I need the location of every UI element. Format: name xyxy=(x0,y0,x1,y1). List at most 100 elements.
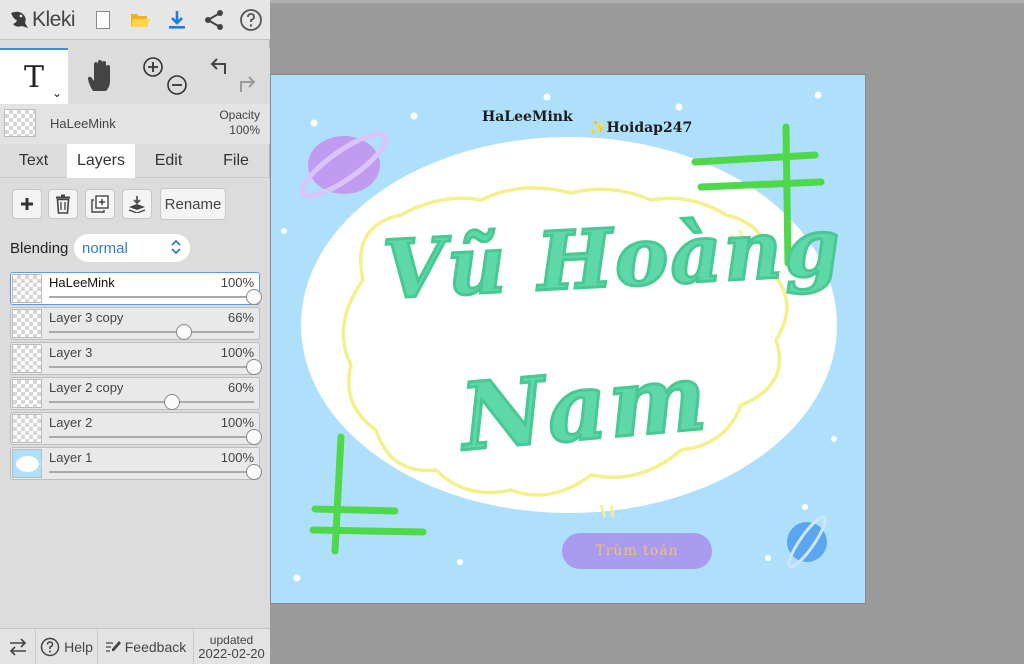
opacity-label: Opacity xyxy=(219,108,260,122)
history-controls xyxy=(200,48,270,104)
hand-tool-button[interactable] xyxy=(68,48,132,104)
app-name: Kleki xyxy=(32,7,76,31)
delete-layer-button[interactable] xyxy=(48,189,78,219)
sparkle-icon: ✨ xyxy=(589,120,607,136)
layer-row[interactable]: Layer 1 100% xyxy=(10,447,262,480)
plus-icon xyxy=(21,198,33,210)
layer-opacity-slider-handle[interactable] xyxy=(246,429,262,445)
layer-opacity-slider-handle[interactable] xyxy=(246,289,262,305)
updated-label: updated xyxy=(209,632,254,647)
layer-opacity-value: 66% xyxy=(227,310,254,325)
new-image-button[interactable] xyxy=(84,0,121,40)
tab-layers[interactable]: Layers xyxy=(67,144,135,178)
layer-name: Layer 3 xyxy=(49,345,93,360)
canvas-workspace[interactable]: HaLeeMink ✨Hoidap247 Vũ Hoàng Nam Trùm t… xyxy=(270,0,1024,664)
tool-row: T ⌄ xyxy=(0,48,270,104)
canvas-site-text: ✨Hoidap247 xyxy=(589,120,692,136)
layer-row[interactable]: Layer 2 copy 60% xyxy=(10,377,260,410)
tab-file[interactable]: File xyxy=(202,144,270,178)
footer: Help Feedback updated 2022-02-20 xyxy=(0,628,270,664)
canvas-name-line-2: Nam xyxy=(455,341,714,473)
help-circle-icon xyxy=(40,637,60,656)
layer-opacity-value: 100% xyxy=(220,450,254,465)
kleki-bird-icon xyxy=(11,11,28,28)
merge-down-button[interactable] xyxy=(122,189,152,219)
layer-opacity-slider-handle[interactable] xyxy=(176,324,193,340)
add-layer-button[interactable] xyxy=(12,189,42,219)
zoom-in-icon[interactable] xyxy=(142,56,164,78)
layer-thumbnail xyxy=(12,379,42,408)
hand-icon xyxy=(88,60,110,91)
layer-opacity-value: 100% xyxy=(220,275,254,290)
sidebar: Kleki T ⌄ HaLeeMink Opacity 100% Text La… xyxy=(0,0,270,664)
share-icon xyxy=(204,9,223,30)
active-layer-name: HaLeeMink xyxy=(50,116,116,131)
updated-date: 2022-02-20 xyxy=(198,645,265,661)
layer-opacity-slider[interactable] xyxy=(49,401,254,403)
feedback-label: Feedback xyxy=(124,638,187,655)
chevron-down-icon[interactable]: ⌄ xyxy=(52,86,62,100)
undo-icon[interactable] xyxy=(208,56,230,78)
layer-opacity-slider[interactable] xyxy=(49,436,254,438)
layer-thumbnail xyxy=(12,309,42,338)
layer-name: Layer 2 copy xyxy=(49,380,124,395)
open-folder-icon xyxy=(130,13,150,27)
workspace-top-edge xyxy=(270,0,1024,3)
layer-opacity-slider[interactable] xyxy=(49,296,254,298)
tab-text[interactable]: Text xyxy=(0,144,67,178)
layer-opacity-slider-handle[interactable] xyxy=(246,359,262,375)
layer-name: Layer 1 xyxy=(49,450,93,465)
layer-opacity-slider[interactable] xyxy=(49,366,254,368)
active-layer-info: HaLeeMink Opacity 100% xyxy=(0,104,270,144)
trash-icon xyxy=(56,194,70,214)
blending-select[interactable]: normal xyxy=(74,234,190,262)
save-button[interactable] xyxy=(158,0,195,40)
feedback-link[interactable]: Feedback xyxy=(98,628,194,664)
layer-thumbnail xyxy=(12,344,42,373)
text-tool-icon: T xyxy=(23,59,44,95)
blending-label: Blending xyxy=(10,240,69,257)
layer-row[interactable]: HaLeeMink 100% xyxy=(10,272,262,305)
canvas-badge: Trùm toán xyxy=(562,533,712,569)
share-button[interactable] xyxy=(195,0,232,40)
top-bar: Kleki xyxy=(0,0,270,40)
layer-thumbnail xyxy=(12,274,42,303)
layer-opacity-slider[interactable] xyxy=(49,331,254,333)
duplicate-layer-button[interactable] xyxy=(85,189,115,219)
layers-panel: Rename Blending normal HaLeeMink 100% Laye… xyxy=(0,178,270,628)
redo-icon[interactable] xyxy=(236,74,258,96)
layer-name: Layer 2 xyxy=(49,415,93,430)
drawing-canvas[interactable]: HaLeeMink ✨Hoidap247 Vũ Hoàng Nam Trùm t… xyxy=(271,75,865,603)
help-link[interactable]: Help xyxy=(36,628,98,664)
zoom-out-icon[interactable] xyxy=(166,74,188,96)
layer-opacity-value: 100% xyxy=(220,345,254,360)
panel-tabs: Text Layers Edit File xyxy=(0,144,270,178)
open-button[interactable] xyxy=(121,0,158,40)
help-button[interactable] xyxy=(232,0,269,40)
layer-row[interactable]: Layer 3 copy 66% xyxy=(10,307,260,340)
layer-name: HaLeeMink xyxy=(49,275,115,290)
blending-value: normal xyxy=(82,239,128,257)
kleki-logo[interactable]: Kleki xyxy=(0,0,84,40)
canvas-badge-text: Trùm toán xyxy=(595,543,679,559)
new-image-icon xyxy=(95,10,110,29)
layer-opacity-slider-handle[interactable] xyxy=(164,394,180,410)
updated-info: updated 2022-02-20 xyxy=(194,629,269,664)
layer-row[interactable]: Layer 2 100% xyxy=(10,412,262,445)
select-arrows-icon xyxy=(171,239,181,255)
layer-opacity-slider-handle[interactable] xyxy=(246,464,262,480)
rename-layer-button[interactable]: Rename xyxy=(160,188,226,220)
layer-opacity-slider[interactable] xyxy=(49,471,254,473)
canvas-site-label: Hoidap247 xyxy=(606,120,693,136)
tab-edit[interactable]: Edit xyxy=(135,144,202,178)
layer-thumbnail xyxy=(12,449,42,478)
opacity-value: 100% xyxy=(229,123,260,137)
swap-side-button[interactable] xyxy=(0,628,36,664)
help-icon xyxy=(239,8,262,31)
active-layer-opacity: Opacity 100% xyxy=(219,108,260,138)
download-icon xyxy=(168,10,185,29)
layer-opacity-value: 100% xyxy=(220,415,254,430)
swap-arrows-icon xyxy=(9,637,26,656)
layer-row[interactable]: Layer 3 100% xyxy=(10,342,262,375)
text-tool-button[interactable]: T ⌄ xyxy=(0,48,68,104)
